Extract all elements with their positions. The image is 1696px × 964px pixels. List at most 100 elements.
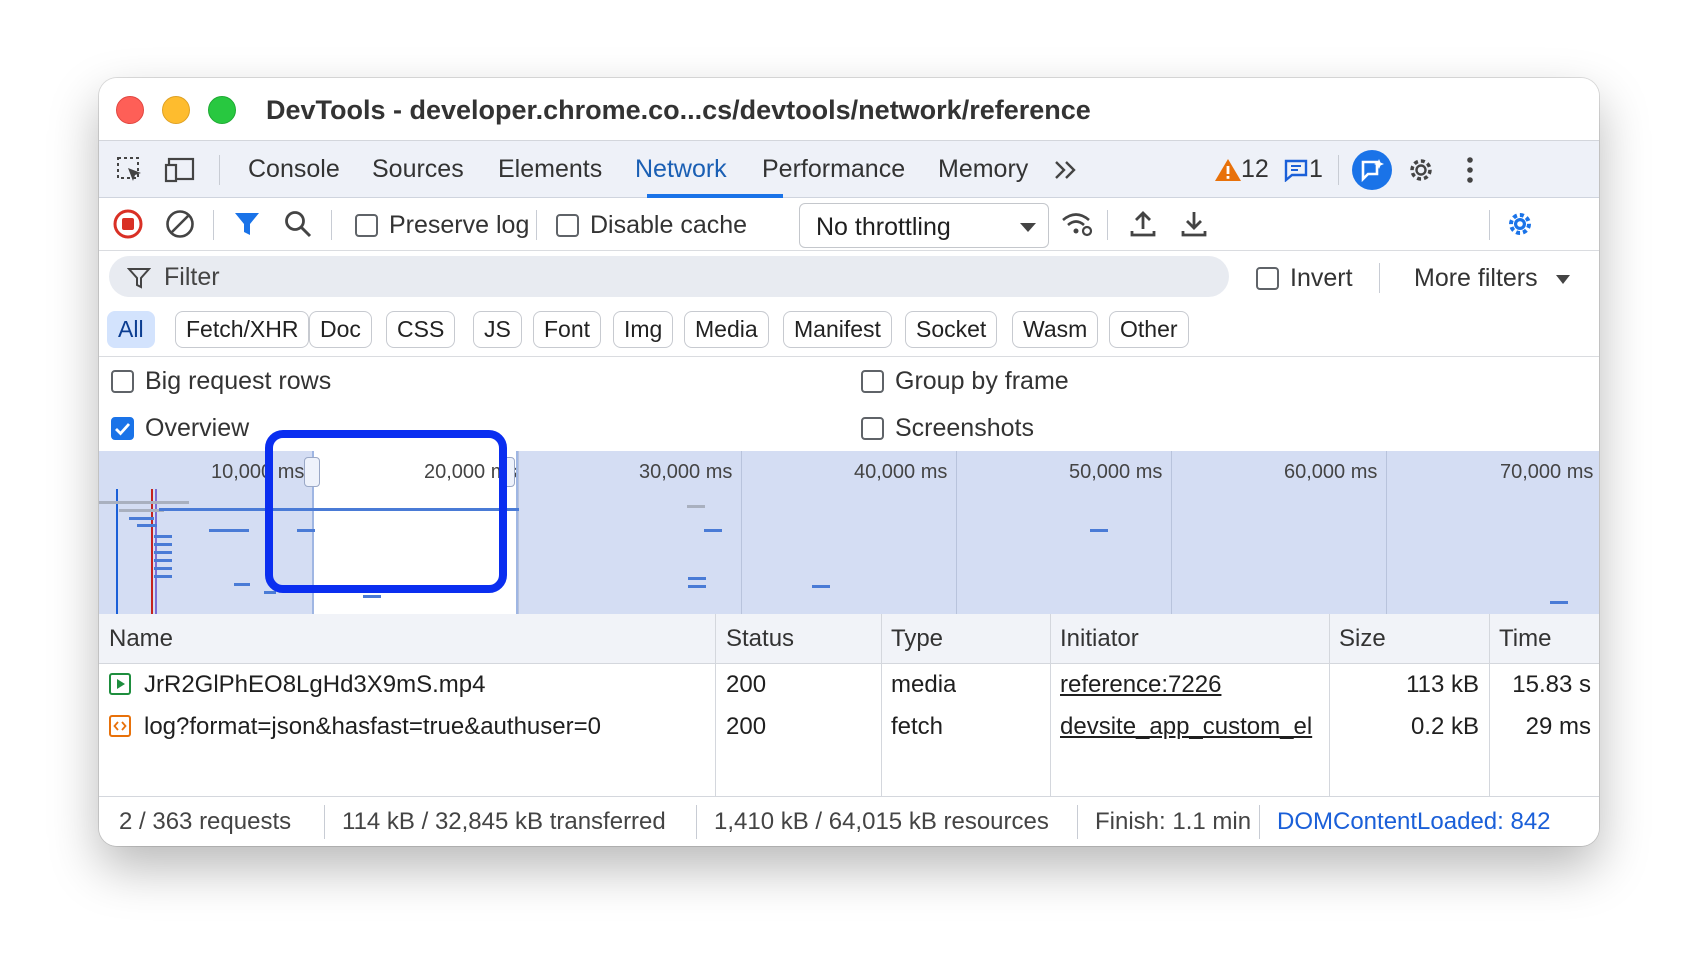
type-filter-font[interactable]: Font xyxy=(533,311,602,348)
selection-start-handle[interactable] xyxy=(304,457,320,487)
request-type: fetch xyxy=(891,713,944,740)
settings-gear-icon[interactable] xyxy=(1404,153,1438,187)
tab-memory[interactable]: Memory xyxy=(938,155,1028,184)
screenshots-checkbox[interactable] xyxy=(861,417,884,440)
invert-checkbox[interactable] xyxy=(1256,267,1279,290)
group-by-frame-label: Group by frame xyxy=(895,367,1069,395)
resource-type-filters: All Fetch/XHR Doc CSS JS Font Img Media … xyxy=(99,305,1599,357)
type-filter-manifest[interactable]: Manifest xyxy=(783,311,892,348)
request-bar xyxy=(209,529,249,532)
request-time: 29 ms xyxy=(1525,713,1591,740)
request-initiator-link[interactable]: reference:7226 xyxy=(1060,671,1325,699)
selection-end-handle[interactable] xyxy=(499,457,515,487)
type-filter-img[interactable]: Img xyxy=(613,311,674,348)
request-bar xyxy=(297,529,315,532)
device-toolbar-icon[interactable] xyxy=(163,153,197,187)
type-filter-js[interactable]: JS xyxy=(473,311,522,348)
big-request-rows-checkbox[interactable] xyxy=(111,370,134,393)
filter-placeholder: Filter xyxy=(164,263,220,291)
tab-sources[interactable]: Sources xyxy=(372,155,464,184)
type-filter-css[interactable]: CSS xyxy=(386,311,456,348)
message-icon[interactable] xyxy=(1281,153,1311,187)
record-stop-icon[interactable] xyxy=(111,207,145,241)
type-filter-socket[interactable]: Socket xyxy=(905,311,998,348)
chevron-down-icon xyxy=(1020,223,1036,232)
preserve-log-checkbox[interactable] xyxy=(355,214,378,237)
network-settings-gear-icon[interactable] xyxy=(1503,207,1537,241)
request-bar xyxy=(154,567,172,570)
column-header-initiator[interactable]: Initiator xyxy=(1060,625,1139,653)
network-conditions-icon[interactable] xyxy=(1060,207,1094,241)
request-bar xyxy=(137,524,157,527)
request-bar xyxy=(119,509,164,512)
minimize-window-button[interactable] xyxy=(162,96,190,124)
tab-performance[interactable]: Performance xyxy=(762,155,905,184)
type-filter-fetch-xhr[interactable]: Fetch/XHR xyxy=(175,311,310,348)
request-bar xyxy=(154,543,172,546)
zoom-window-button[interactable] xyxy=(208,96,236,124)
transferred-summary: 114 kB / 32,845 kB transferred xyxy=(342,808,666,835)
filter-funnel-icon[interactable] xyxy=(230,207,264,241)
more-options-icon[interactable] xyxy=(1453,153,1487,187)
messages-count[interactable]: 1 xyxy=(1309,155,1323,184)
chevron-down-icon[interactable] xyxy=(1556,275,1570,284)
import-har-icon[interactable] xyxy=(1126,207,1160,241)
tab-console[interactable]: Console xyxy=(248,155,340,184)
warnings-count[interactable]: 12 xyxy=(1241,155,1269,184)
request-status: 200 xyxy=(726,671,767,698)
disable-cache-checkbox[interactable] xyxy=(556,214,579,237)
table-row[interactable]: JrR2GlPhEO8LgHd3X9mS.mp4 200 media refer… xyxy=(99,664,1599,706)
selection-end-line xyxy=(516,451,518,614)
throttling-select[interactable]: No throttling xyxy=(799,203,1049,248)
type-filter-doc[interactable]: Doc xyxy=(309,311,372,348)
devtools-window: DevTools - developer.chrome.co...cs/devt… xyxy=(99,78,1599,846)
type-filter-wasm[interactable]: Wasm xyxy=(1012,311,1099,348)
export-har-icon[interactable] xyxy=(1177,207,1211,241)
inspect-element-icon[interactable] xyxy=(113,153,147,187)
tab-network[interactable]: Network xyxy=(635,155,727,184)
table-header: Name Status Type Initiator Size Time xyxy=(99,614,1599,664)
timeline-gridline xyxy=(1171,451,1172,614)
request-initiator-link[interactable]: devsite_app_custom_el xyxy=(1060,713,1325,741)
search-icon[interactable] xyxy=(281,207,315,241)
panel-tab-bar: Console Sources Elements Network Perform… xyxy=(99,141,1599,198)
filter-input[interactable]: Filter xyxy=(109,256,1229,297)
toolbar-divider xyxy=(331,210,332,240)
tabbar-divider xyxy=(219,155,220,185)
request-bar xyxy=(688,585,706,588)
type-filter-media[interactable]: Media xyxy=(684,311,769,348)
request-bar xyxy=(154,535,172,538)
invert-label: Invert xyxy=(1290,264,1353,292)
throttling-value: No throttling xyxy=(816,213,951,241)
column-header-type[interactable]: Type xyxy=(891,625,943,653)
type-filter-all[interactable]: All xyxy=(107,311,155,348)
request-bar xyxy=(129,517,154,520)
timeline-tick-label: 50,000 ms xyxy=(1069,461,1163,483)
type-filter-other[interactable]: Other xyxy=(1109,311,1189,348)
requests-summary: 2 / 363 requests xyxy=(119,808,292,835)
resources-summary: 1,410 kB / 64,015 kB resources xyxy=(714,808,1049,835)
warning-icon[interactable] xyxy=(1213,153,1243,187)
big-request-rows-label: Big request rows xyxy=(145,367,332,395)
column-header-name[interactable]: Name xyxy=(109,625,173,653)
request-bar xyxy=(688,577,706,580)
tab-elements[interactable]: Elements xyxy=(498,155,602,184)
column-header-size[interactable]: Size xyxy=(1339,625,1386,653)
group-by-frame-checkbox[interactable] xyxy=(861,370,884,393)
clear-log-icon[interactable] xyxy=(163,207,197,241)
more-tabs-icon[interactable] xyxy=(1049,153,1083,187)
ai-assistance-icon[interactable] xyxy=(1352,150,1392,190)
disable-cache-label: Disable cache xyxy=(590,211,748,239)
more-filters-button[interactable]: More filters xyxy=(1414,264,1538,293)
fetch-file-icon xyxy=(109,715,131,737)
load-event-marker xyxy=(151,489,153,614)
overview-timeline[interactable]: 10,000 ms 20,000 ms 30,000 ms 40,000 ms … xyxy=(99,451,1599,614)
request-type: media xyxy=(891,671,957,698)
table-row[interactable]: log?format=json&hasfast=true&authuser=0 … xyxy=(99,706,1599,748)
overview-checkbox[interactable] xyxy=(111,417,134,440)
column-header-status[interactable]: Status xyxy=(726,625,794,653)
timeline-tick-label: 70,000 ms xyxy=(1500,461,1594,483)
close-window-button[interactable] xyxy=(116,96,144,124)
column-header-time[interactable]: Time xyxy=(1499,625,1551,653)
timeline-gridline xyxy=(956,451,957,614)
